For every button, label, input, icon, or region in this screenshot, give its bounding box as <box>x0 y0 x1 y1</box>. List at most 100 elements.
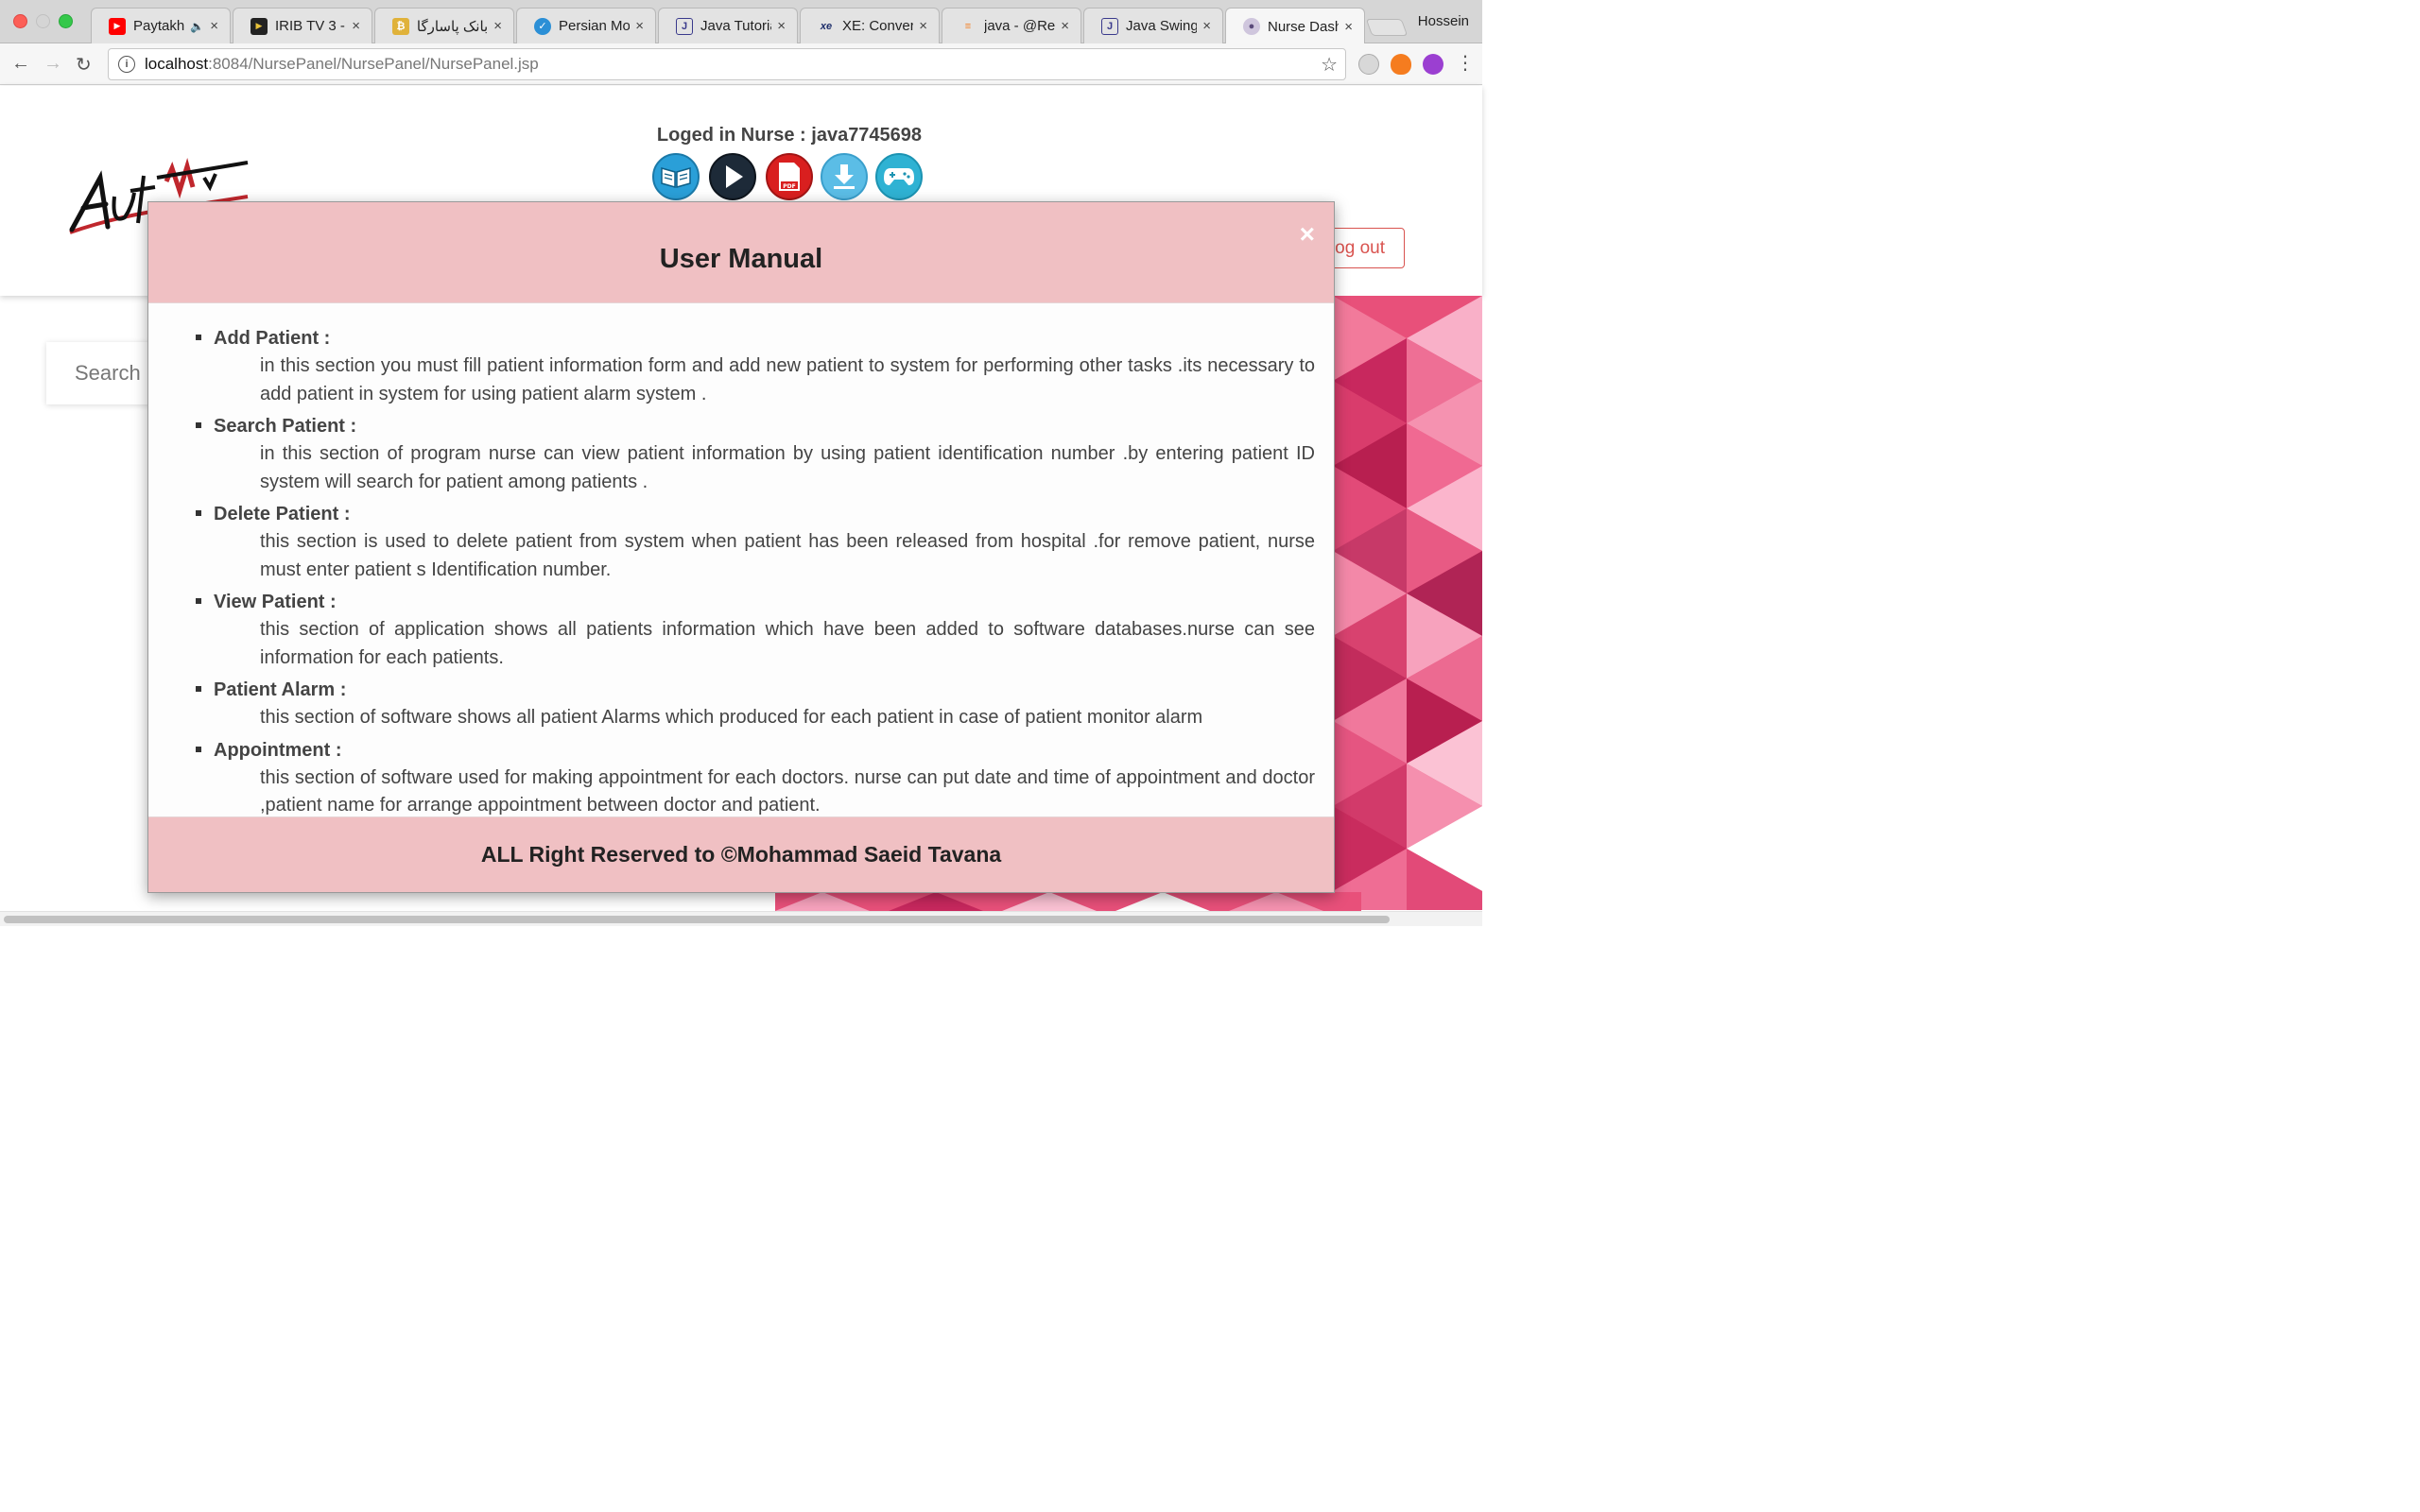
tab-title: java - @Req <box>984 18 1056 34</box>
bullet <box>196 746 201 752</box>
list-item: Delete Patient : this section is used to… <box>196 500 1315 584</box>
modal-body: Add Patient : in this section you must f… <box>148 303 1334 816</box>
play-icon: ▶ <box>251 17 268 35</box>
tab-close-icon[interactable]: × <box>352 18 360 34</box>
user-manual-modal: User Manual × Add Patient : in this sect… <box>147 201 1335 893</box>
browser-tab[interactable]: ✓ Persian Mov × <box>516 8 656 43</box>
copyright-text: ALL Right Reserved to ©Mohammad Saeid Ta… <box>480 842 1002 867</box>
bullet <box>196 598 201 604</box>
modal-title: User Manual <box>659 244 823 274</box>
window-minimize-button[interactable] <box>36 14 50 28</box>
browser-tab[interactable]: ≡ java - @Req × <box>942 8 1081 43</box>
address-bar[interactable]: i localhost :8084/NursePanel/NursePanel/… <box>108 48 1346 80</box>
list-item: Patient Alarm : this section of software… <box>196 676 1315 732</box>
new-tab-button[interactable] <box>1365 19 1409 36</box>
tab-close-icon[interactable]: × <box>1344 19 1353 35</box>
browser-tab[interactable]: J Java Tutoria × <box>658 8 798 43</box>
book-icon: J <box>1101 17 1118 35</box>
window-zoom-button[interactable] <box>59 14 73 28</box>
back-arrow-icon[interactable]: ← <box>11 53 30 75</box>
bullet <box>196 686 201 692</box>
tab-close-icon[interactable]: × <box>493 18 502 34</box>
item-heading: Appointment : <box>214 739 342 761</box>
item-description: this section is used to delete patient f… <box>260 531 1315 580</box>
browser-tab[interactable]: ₿ بانک پاسارگاد :: × <box>374 8 514 43</box>
speaker-icon[interactable]: 🔈 <box>190 20 204 33</box>
item-heading: Add Patient : <box>214 328 331 349</box>
play-video-icon[interactable] <box>709 153 756 200</box>
bullet <box>196 510 201 516</box>
youtube-icon: ▶ <box>109 17 126 35</box>
manual-book-icon[interactable] <box>652 153 700 200</box>
tab-close-icon[interactable]: × <box>210 18 218 34</box>
tab-title: IRIB TV 3 - <box>275 18 345 34</box>
item-description: in this section you must fill patient in… <box>260 355 1315 404</box>
window-close-button[interactable] <box>13 14 27 28</box>
reload-icon[interactable]: ↻ <box>76 53 92 77</box>
bookmark-star-icon[interactable]: ☆ <box>1321 53 1338 77</box>
background-pattern <box>1333 296 1482 910</box>
vpn-extension-icon[interactable] <box>1423 54 1443 75</box>
fire-extension-icon[interactable] <box>1391 54 1411 75</box>
horizontal-scrollbar[interactable] <box>0 911 1482 926</box>
item-description: this section of software used for making… <box>260 766 1315 816</box>
browser-tab[interactable]: J Java Swing × <box>1083 8 1223 43</box>
item-description: this section of software shows all patie… <box>260 707 1203 728</box>
tab-close-icon[interactable]: × <box>1202 18 1211 34</box>
browser-tab[interactable]: ▶ IRIB TV 3 - × <box>233 8 372 43</box>
item-heading: Search Patient : <box>214 416 357 437</box>
close-icon[interactable]: × <box>1300 219 1315 249</box>
item-heading: Delete Patient : <box>214 504 351 524</box>
scrollbar-thumb[interactable] <box>4 916 1390 923</box>
item-heading: View Patient : <box>214 592 337 612</box>
item-description: in this section of program nurse can vie… <box>260 443 1315 492</box>
bullet <box>196 335 201 340</box>
bullet <box>196 422 201 428</box>
tab-close-icon[interactable]: × <box>635 18 644 34</box>
browser-tab-bar: ▶ Paytakht 🔈 × ▶ IRIB TV 3 - × ₿ بانک پا… <box>0 0 1482 44</box>
download-icon[interactable] <box>821 153 868 200</box>
tab-title: Java Swing <box>1126 18 1198 34</box>
list-item: Appointment : this section of software u… <box>196 736 1315 820</box>
search-placeholder: Search p <box>75 361 159 385</box>
forward-arrow-icon[interactable]: → <box>43 53 62 75</box>
logged-in-nurse-label: Loged in Nurse : java7745698 <box>656 125 923 146</box>
browser-tab[interactable]: xe XE: Convert × <box>800 8 940 43</box>
avatar-icon: ● <box>1243 18 1260 35</box>
list-item: Search Patient : in this section of prog… <box>196 412 1315 496</box>
tab-close-icon[interactable]: × <box>777 18 786 34</box>
background-pattern-bottom <box>775 892 1361 911</box>
tab-title: Paytakht <box>133 18 185 34</box>
tab-title: Nurse Dash <box>1268 18 1340 35</box>
tab-close-icon[interactable]: × <box>919 18 927 34</box>
globe-extension-icon[interactable] <box>1358 54 1379 75</box>
tab-close-icon[interactable]: × <box>1061 18 1069 34</box>
url-path: :8084/NursePanel/NursePanel/NursePanel.j… <box>208 55 539 73</box>
browser-toolbar: ← → ↻ i localhost :8084/NursePanel/Nurse… <box>0 43 1482 85</box>
gamepad-icon[interactable] <box>875 153 923 200</box>
xe-icon: xe <box>820 20 833 32</box>
tab-title: Persian Mov <box>559 18 631 34</box>
modal-header: User Manual × <box>148 202 1334 303</box>
item-heading: Patient Alarm : <box>214 679 347 700</box>
url-host: localhost <box>145 55 209 73</box>
pdf-icon[interactable]: PDF <box>766 153 813 200</box>
tab-title: XE: Convert <box>842 18 914 34</box>
profile-name[interactable]: Hossein <box>1418 13 1469 29</box>
list-item: View Patient : this section of applicati… <box>196 588 1315 672</box>
browser-tab-active[interactable]: ● Nurse Dash × <box>1225 8 1365 44</box>
book-icon: J <box>676 17 693 35</box>
manual-list: Add Patient : in this section you must f… <box>148 303 1334 820</box>
browser-tab[interactable]: ▶ Paytakht 🔈 × <box>91 8 231 43</box>
tab-title: Java Tutoria <box>700 18 772 34</box>
stack-icon: ≡ <box>964 20 972 32</box>
tab-title: بانک پاسارگاد :: <box>417 18 489 35</box>
svg-text:PDF: PDF <box>783 183 795 190</box>
bank-icon: ₿ <box>392 17 409 35</box>
info-icon[interactable]: i <box>118 56 135 73</box>
item-description: this section of application shows all pa… <box>260 619 1315 668</box>
modal-footer: ALL Right Reserved to ©Mohammad Saeid Ta… <box>148 816 1334 892</box>
menu-dots-icon[interactable]: ⋮ <box>1456 51 1475 75</box>
list-item: Add Patient : in this section you must f… <box>196 324 1315 408</box>
globe-icon: ✓ <box>534 17 551 35</box>
